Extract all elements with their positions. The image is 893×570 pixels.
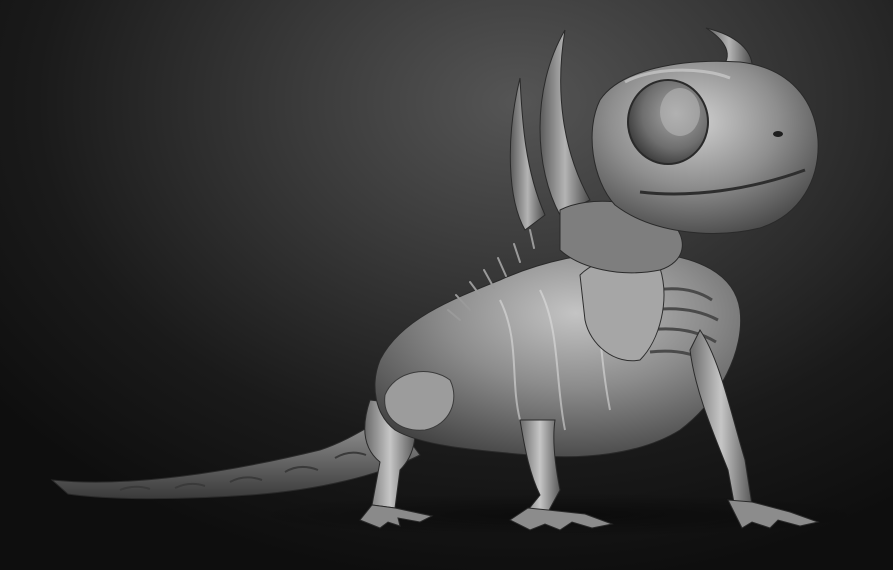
eye-highlight — [660, 88, 700, 136]
hip-muscle — [384, 371, 455, 431]
lizard-sculpt-render — [50, 27, 870, 537]
nostril — [773, 131, 783, 137]
sculpt-viewport[interactable] — [0, 0, 893, 570]
head — [591, 60, 819, 234]
horn-front — [539, 29, 591, 216]
horn-back — [509, 77, 546, 231]
